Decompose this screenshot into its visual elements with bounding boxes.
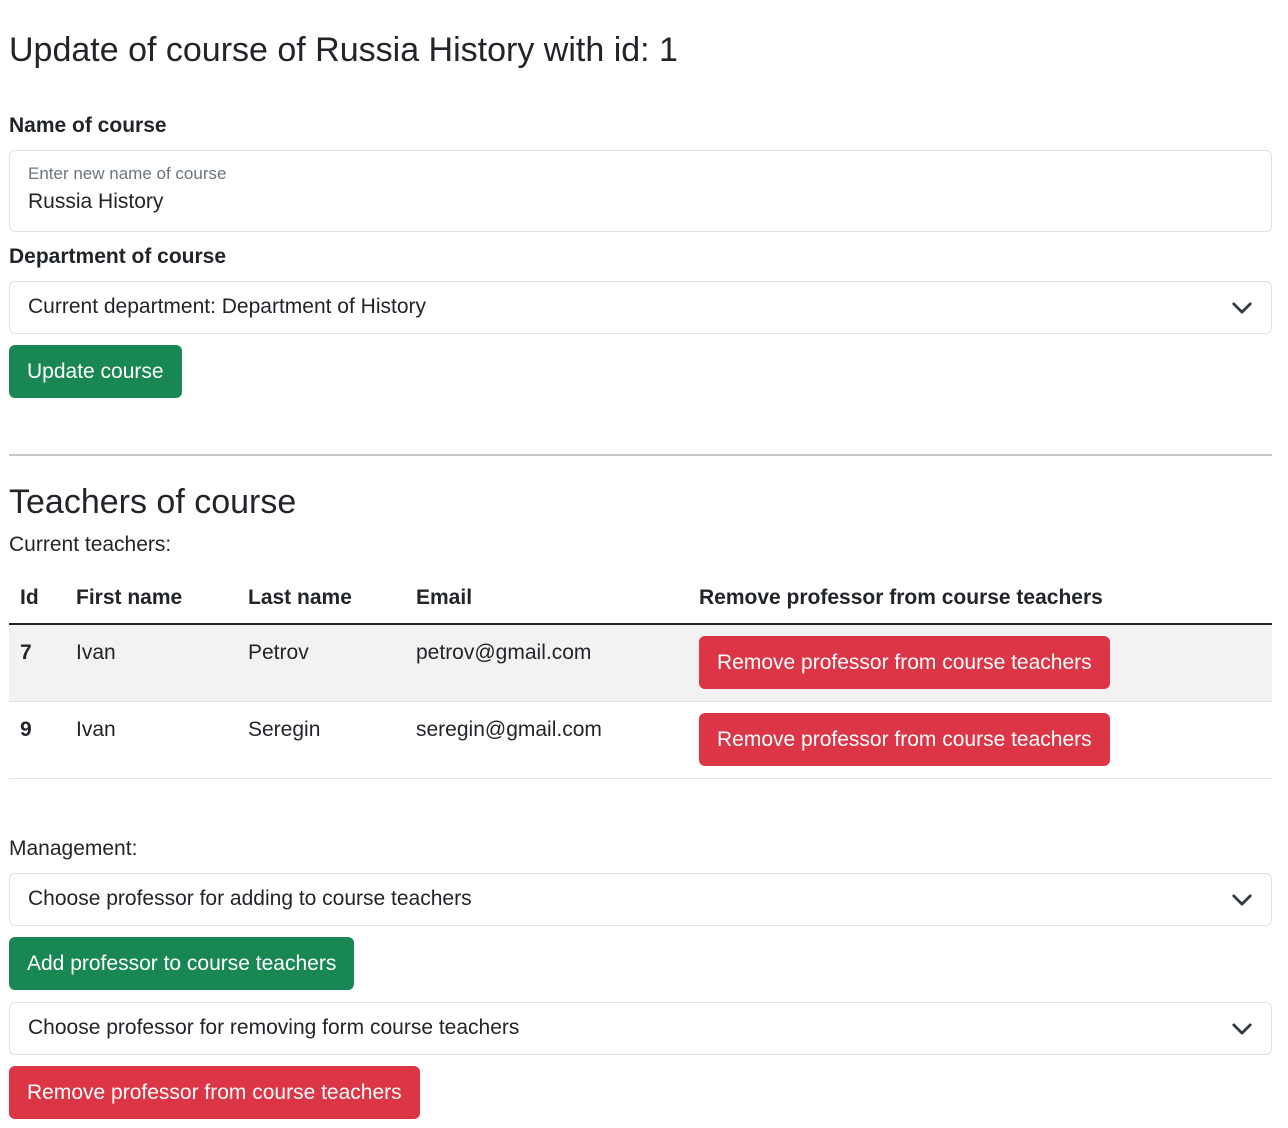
teacher-email: petrov@gmail.com [416,641,592,664]
department-label: Department of course [9,245,227,268]
remove-teacher-button[interactable]: Remove professor from course teachers [699,636,1110,689]
column-header-last-name: Last name [237,573,405,625]
teachers-section-title: Teachers of course [9,483,297,521]
column-header-email: Email [405,573,688,625]
remove-teacher-button[interactable]: Remove professor from course teachers [699,712,1110,766]
remove-professor-button[interactable]: Remove professor from course teachers [9,1066,420,1119]
department-select[interactable]: Current department: Department of Histor… [9,281,1272,334]
teacher-first-name: Ivan [76,641,116,664]
management-label: Management: [9,837,138,860]
teacher-id: 9 [20,717,32,741]
add-professor-button[interactable]: Add professor to course teachers [9,937,355,990]
section-divider [9,454,1272,456]
table-row: 9 Ivan Seregin seregin@gmail.com Remove … [9,701,1272,779]
table-header-row: Id First name Last name Email Remove pro… [9,573,1272,625]
column-header-first-name: First name [65,573,237,625]
update-course-button[interactable]: Update course [9,345,182,398]
column-header-remove: Remove professor from course teachers [688,573,1272,625]
current-teachers-label: Current teachers: [9,533,172,556]
department-selected-value: Current department: Department of Histor… [28,295,426,318]
page-title: Update of course of Russia History with … [9,31,678,69]
course-name-field[interactable]: Enter new name of course Russia History [9,150,1272,232]
remove-professor-select-value: Choose professor for removing form cours… [28,1016,520,1039]
chevron-down-icon [1232,894,1252,906]
add-professor-select-value: Choose professor for adding to course te… [28,887,472,910]
course-name-floating-label: Enter new name of course [28,164,227,183]
teacher-id: 7 [20,641,32,664]
remove-professor-select[interactable]: Choose professor for removing form cours… [9,1002,1272,1055]
teacher-last-name: Seregin [248,717,321,741]
teacher-email: seregin@gmail.com [416,717,602,741]
add-professor-select[interactable]: Choose professor for adding to course te… [9,873,1272,926]
table-row: 7 Ivan Petrov petrov@gmail.com Remove pr… [9,624,1272,702]
teacher-first-name: Ivan [76,717,116,741]
chevron-down-icon [1232,302,1252,314]
teachers-table: Id First name Last name Email Remove pro… [9,573,1272,779]
column-header-id: Id [9,573,65,625]
course-name-value[interactable]: Russia History [28,190,163,214]
chevron-down-icon [1232,1023,1252,1035]
course-name-label: Name of course [9,114,167,137]
teacher-last-name: Petrov [248,641,309,664]
